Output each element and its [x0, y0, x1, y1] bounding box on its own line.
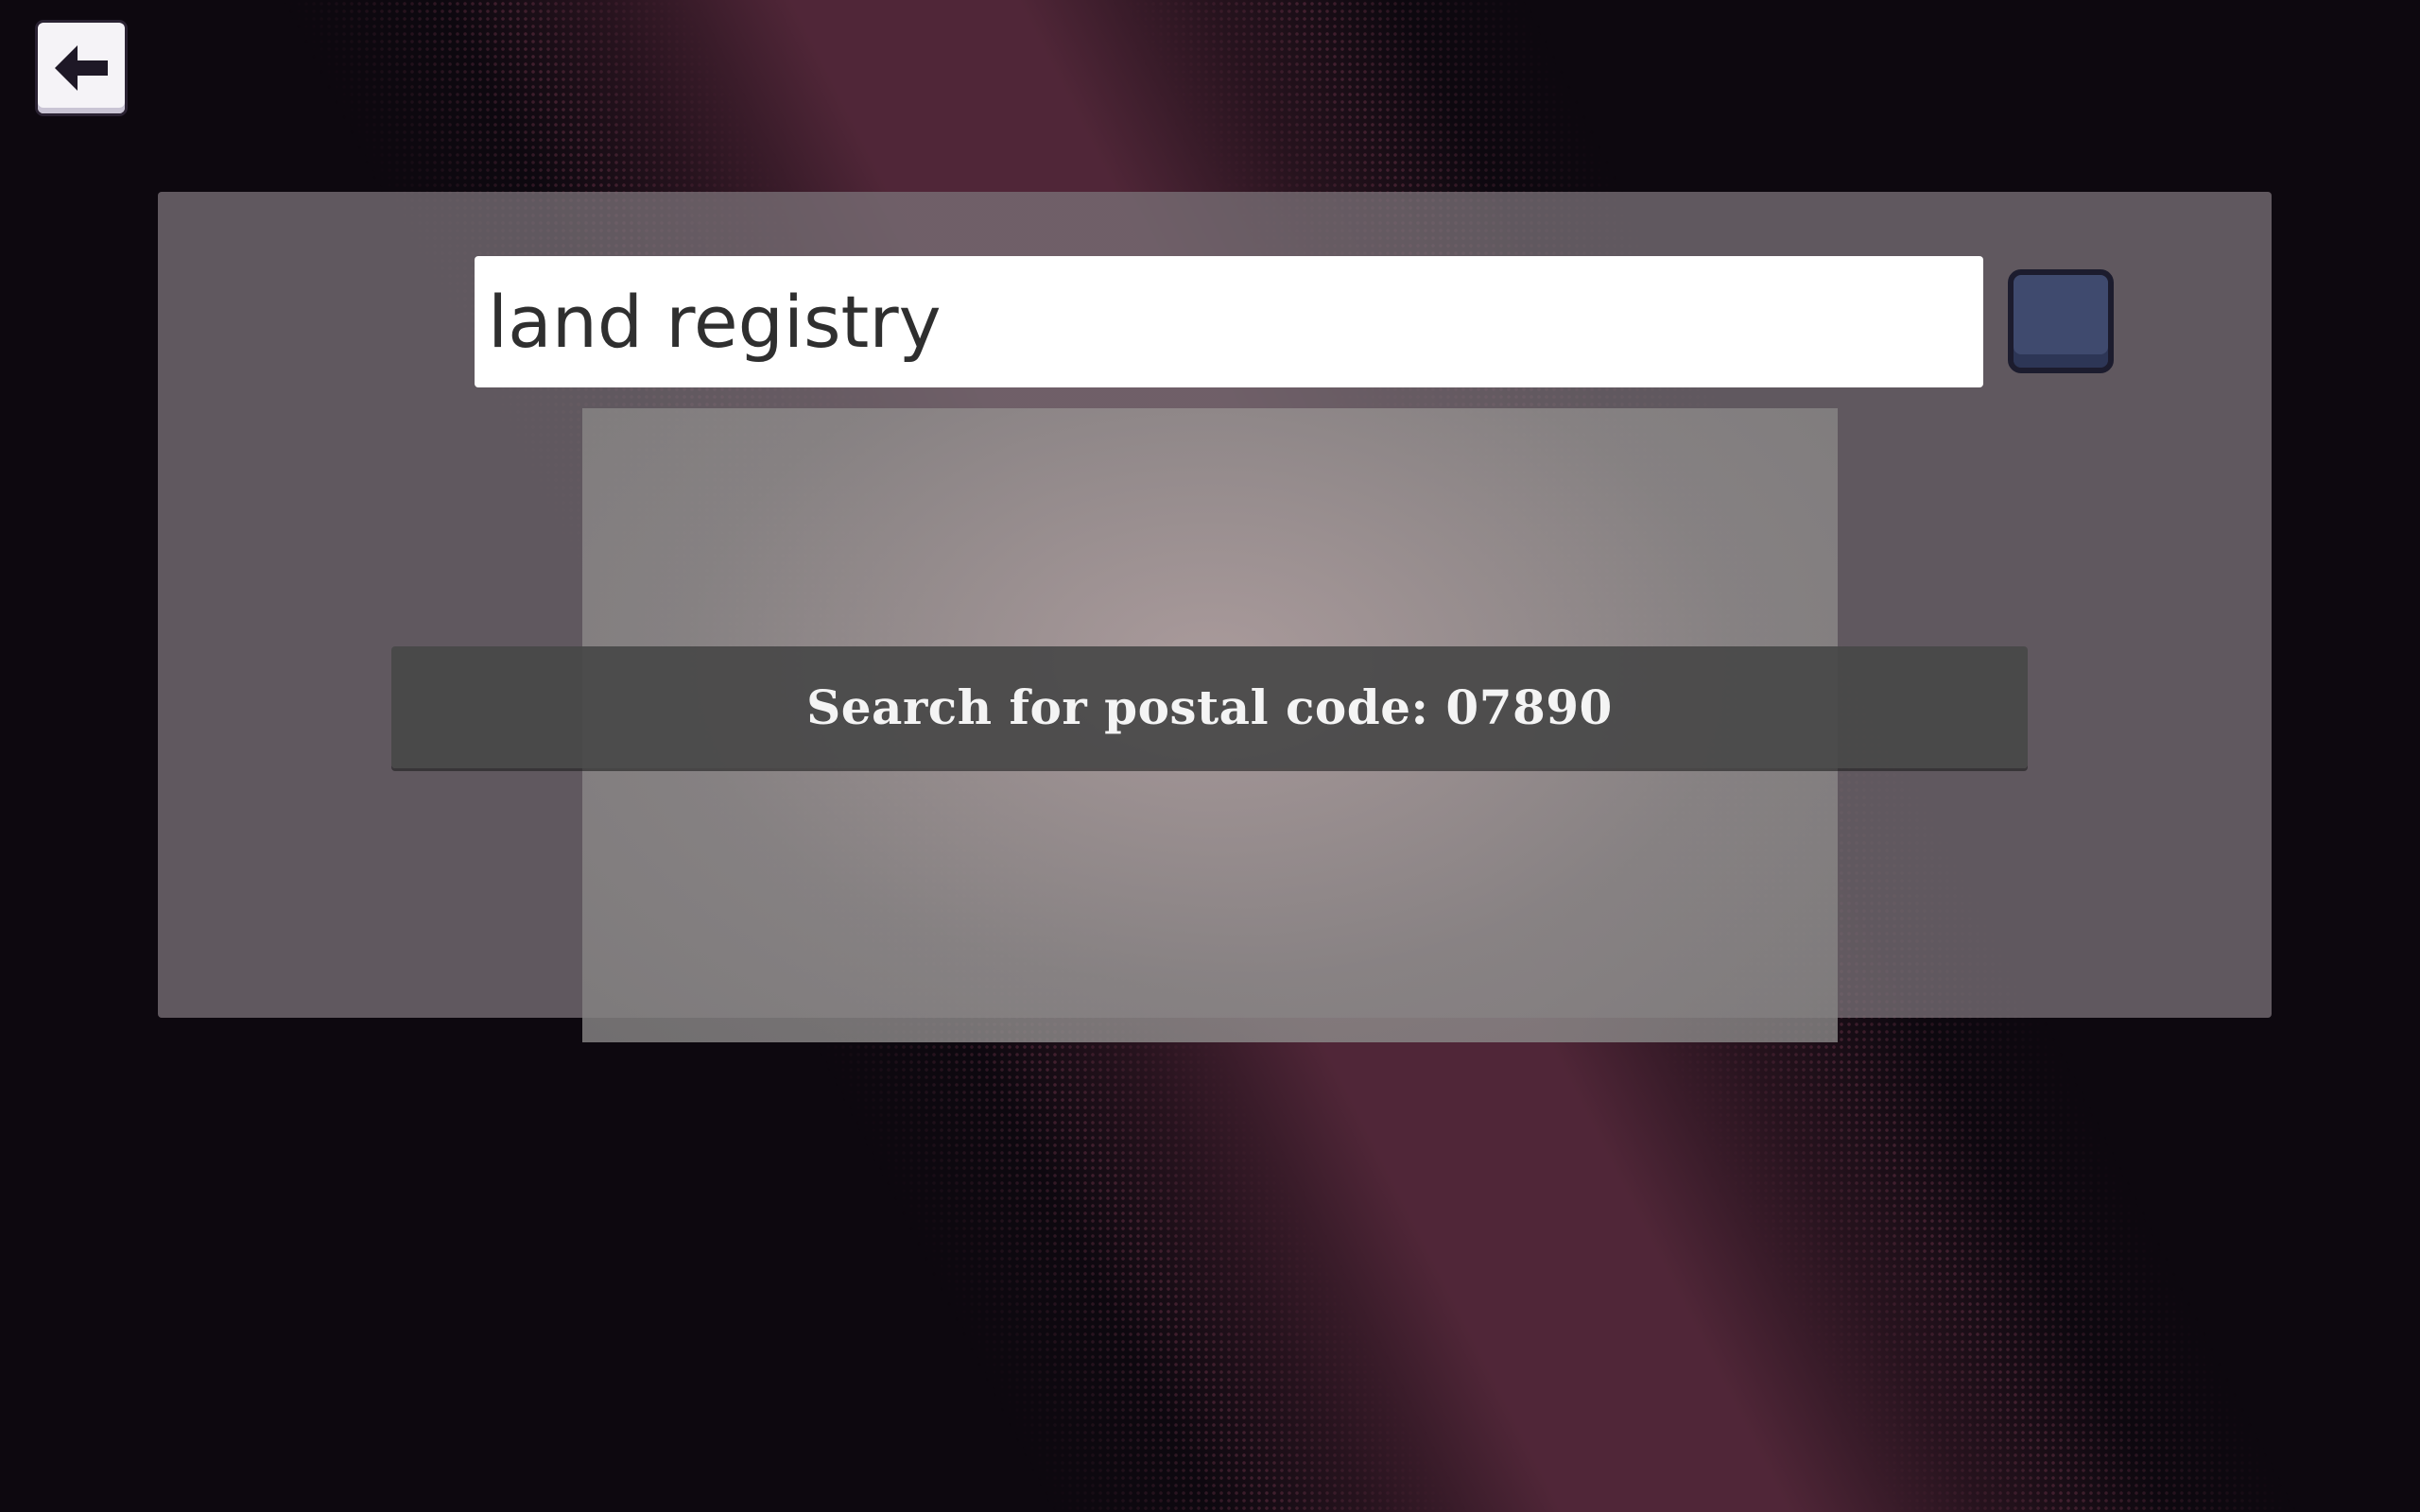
search-result-item[interactable]: Search for postal code: 07890 [391, 646, 2028, 768]
back-button[interactable] [38, 23, 125, 113]
game-screen: Search for postal code: 07890 [0, 0, 2420, 1512]
search-submit-button[interactable] [2008, 269, 2114, 373]
search-input[interactable] [475, 256, 1983, 387]
arrow-left-icon [55, 45, 108, 91]
search-result-label: Search for postal code: 07890 [806, 679, 1613, 735]
